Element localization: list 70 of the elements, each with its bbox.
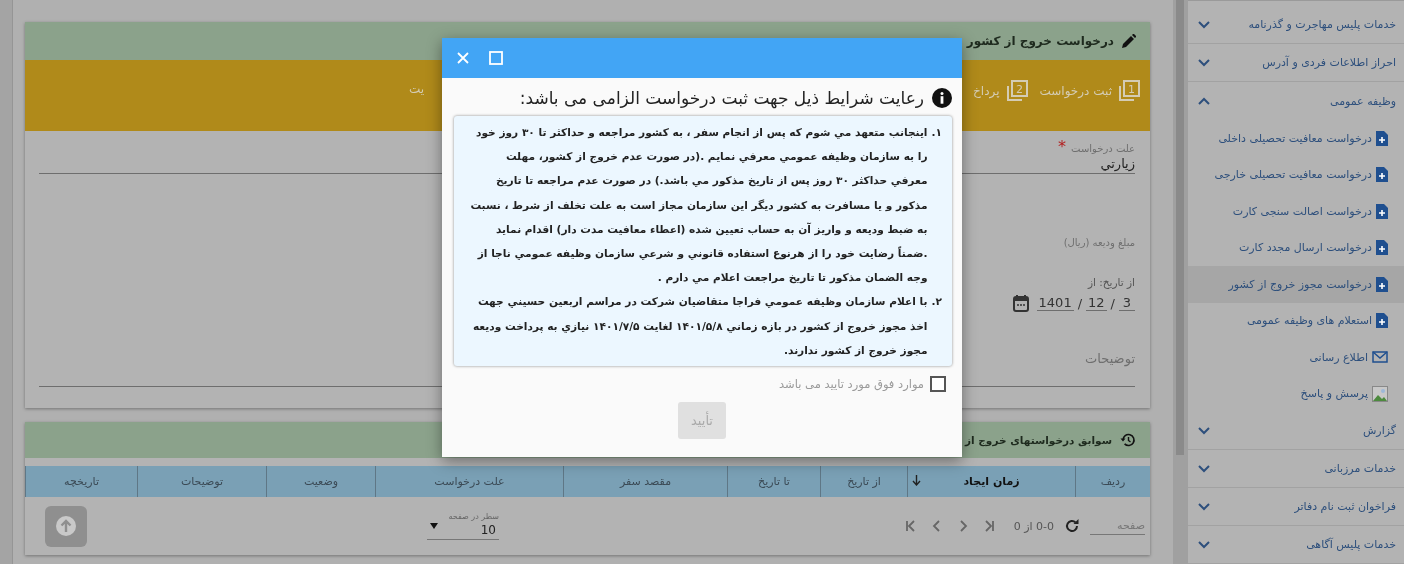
broken-image-icon (1372, 385, 1388, 402)
date-separator: / (1110, 295, 1115, 311)
column-header[interactable]: تا تاریخ (727, 466, 820, 497)
add-document-icon (1376, 203, 1388, 219)
add-document-icon (1376, 167, 1388, 183)
caret-down-icon (430, 523, 438, 529)
first-page-icon[interactable] (903, 519, 918, 533)
scroll-top-button[interactable] (45, 505, 87, 547)
menu-item[interactable]: درخواست اصالت سنجی کارت (1188, 193, 1404, 230)
mail-icon (1372, 351, 1388, 364)
required-mark: * (1058, 137, 1066, 156)
chevron-down-icon (1198, 20, 1210, 29)
term-number: ۲. (931, 294, 942, 310)
calendar-icon[interactable] (1012, 294, 1029, 312)
menu-item[interactable]: پرسش و پاسخ (1188, 375, 1404, 412)
chevron-down-icon (1198, 426, 1210, 435)
term-number: ۱. (931, 125, 942, 140)
menu-item[interactable]: درخواست معافیت تحصیلی خارجی (1188, 156, 1404, 193)
column-header[interactable]: تاریخچه (25, 466, 137, 497)
step-label: ثبت درخواست (1039, 84, 1112, 98)
column-header[interactable]: از تاریخ (820, 466, 907, 497)
info-icon (932, 88, 952, 108)
chevron-up-icon (1198, 97, 1210, 105)
page-size-label: سطر در صفحه (447, 512, 499, 521)
field-label: از تاريخ: از (1087, 276, 1135, 288)
add-document-icon (1376, 313, 1388, 329)
chevron-down-icon (1198, 502, 1210, 511)
column-header[interactable]: مقصد سفر (563, 466, 727, 497)
add-document-icon (1376, 240, 1388, 256)
menu-item[interactable]: استعلام های وظیفه عمومی (1188, 302, 1404, 339)
page-range: 0-0 از 0 (1013, 519, 1054, 533)
history-icon (1120, 432, 1136, 448)
panel-title: درخواست خروج از کشور (966, 34, 1114, 48)
column-header[interactable]: وضعیت (266, 466, 375, 497)
field-label: علت درخواست (1071, 143, 1135, 154)
date-separator: / (1077, 295, 1083, 311)
term-text: با اعلام سازمان وظيفه عمومي فراجا متقاضيان شرکت در مراسم اربعين حسيني جهت اخذ مجوز خروج از کشور در بازه زماني ۱۴۰۱/۵/۸ لغايت ۱۴۰۱/۷/۵ نيازي به پرداخت وديعه مجوز خروج از کشور ندارند. (471, 294, 928, 360)
menu-item[interactable]: درخواست مجوز خروج از کشور (1188, 266, 1404, 303)
term-text: اينجانب متعهد مي شوم که پس از انجام سفر ، به کشور مراجعه و حداکثر تا ۳۰ روز خود را به سازمان وظيفه عمومي معرفي نمايم .(در صورت عدم خروج از کشور، مهلت معرفي حداکثر ۳۰ روز پس از تاريخ مذکور مي باشد.) در صورت عدم مراجعه تا تاريخ مذکور و يا مسافرت به کشور ديگر اين سازمان مجاز است به علت تخلف از شرط ، نسبت به ضبط وديعه و واريز آن به حساب تعيين شده (اعطاء معافيت مدت دار) اقدام نمايد .ضمناً رضايت خود را از هرنوع استفاده قانوني و شرعي سازمان وظيفه عمومي ناجا از وجه الضمان مذکور تا تاريخ مراجعت اعلام مي دارم . (469, 125, 928, 286)
dialog-title: رعایت شرایط ذیل جهت ثبت درخواست الزامی می باشد: (519, 88, 924, 108)
chevron-down-icon (1198, 58, 1210, 67)
date-part-field[interactable]: 12 (1086, 295, 1107, 311)
menu-item[interactable]: اطلاع رسانی (1188, 339, 1404, 376)
menu-group[interactable]: وظیفه عمومی (1188, 82, 1404, 120)
arrow-up-icon (55, 515, 77, 537)
date-part-field[interactable]: 1401 (1036, 295, 1074, 311)
column-header[interactable]: علت درخواست (375, 466, 563, 497)
step-label: يت (409, 82, 425, 96)
refresh-icon[interactable] (1064, 518, 1080, 534)
page-field[interactable]: صفحه (1090, 517, 1145, 535)
pencil-icon (1122, 34, 1136, 48)
menu-item[interactable]: درخواست ارسال مجدد کارت (1188, 229, 1404, 266)
column-header[interactable]: توضیحات (137, 466, 266, 497)
agree-checkbox[interactable] (930, 376, 946, 393)
step-label: پرداخ (973, 84, 1000, 98)
add-document-icon (1376, 276, 1388, 292)
maximize-button[interactable] (489, 51, 503, 65)
field-label: مبلغ وديعه (ريال) (1063, 237, 1135, 248)
sort-down-icon (912, 475, 921, 486)
date-part-field[interactable]: 3 (1119, 295, 1135, 311)
panel-title: سوابق درخواستهای خروج از (965, 434, 1112, 446)
chevron-down-icon (1198, 540, 1210, 549)
column-header[interactable]: زمان ایجاد (907, 466, 1075, 497)
column-header[interactable]: ردیف (1075, 466, 1150, 497)
menu-item[interactable]: درخواست معافیت تحصیلی داخلی (1188, 120, 1404, 157)
close-button[interactable] (457, 52, 469, 64)
page-size-select[interactable]: 10 (427, 521, 499, 540)
chevron-down-icon (1198, 464, 1210, 473)
agree-label: موارد فوق مورد تایید می باشد (779, 377, 924, 392)
add-document-icon (1376, 130, 1388, 146)
